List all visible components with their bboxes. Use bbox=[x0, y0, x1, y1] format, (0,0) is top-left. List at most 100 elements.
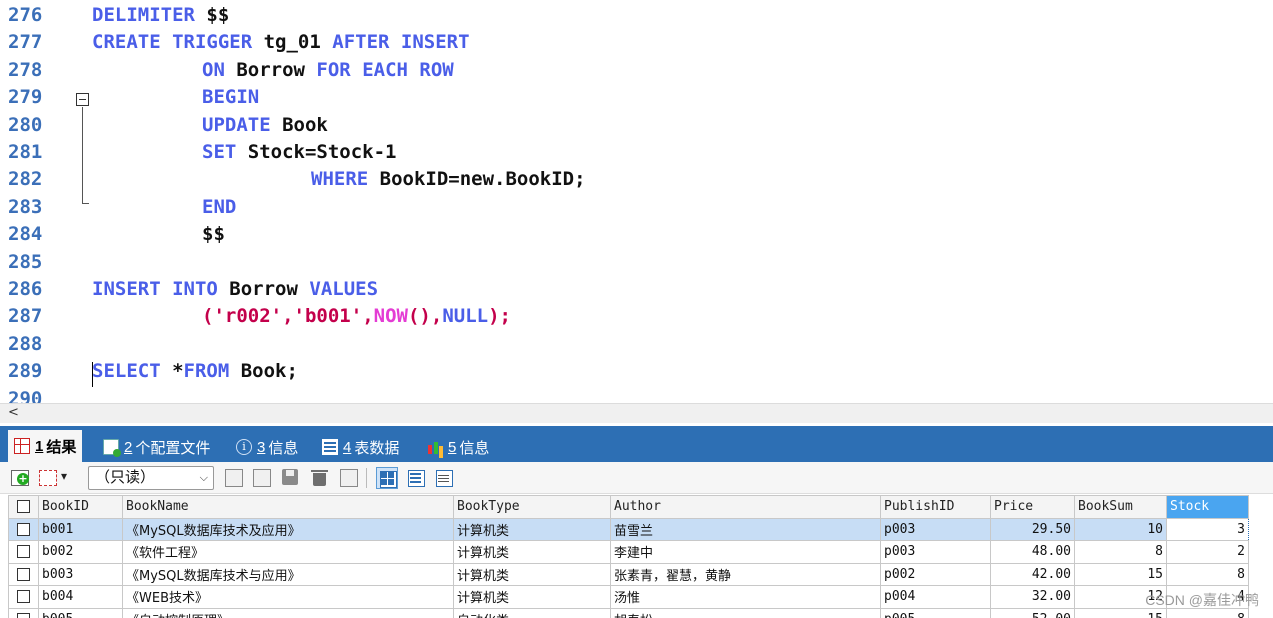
table-cell-bookid[interactable]: b002 bbox=[38, 540, 123, 564]
column-header-booksum[interactable]: BookSum bbox=[1074, 495, 1167, 519]
table-cell-booksum[interactable]: 10 bbox=[1074, 517, 1167, 541]
row-checkbox[interactable] bbox=[8, 607, 39, 618]
code-line: 290 bbox=[0, 386, 1273, 403]
table-cell-bookname[interactable]: 《MySQL数据库技术与应用》 bbox=[122, 562, 454, 586]
table-cell-publishid[interactable]: p005 bbox=[880, 607, 991, 618]
code-line: 281 SET Stock=Stock-1 bbox=[0, 139, 1273, 166]
table-cell-author[interactable]: 苗雪兰 bbox=[610, 517, 881, 541]
add-row-icon[interactable] bbox=[11, 468, 31, 488]
row-checkbox[interactable] bbox=[8, 517, 39, 541]
table-cell-price[interactable]: 52.00 bbox=[990, 607, 1075, 618]
code-text: $$ bbox=[202, 221, 225, 248]
result-table: BookID BookName BookType Author PublishID Pri… bbox=[8, 495, 1249, 618]
table-cell-bookid[interactable]: b005 bbox=[38, 607, 123, 618]
column-header-bookid[interactable]: BookID bbox=[38, 495, 123, 519]
table-cell-price[interactable]: 42.00 bbox=[990, 562, 1075, 586]
table-cell-booktype[interactable]: 计算机类 bbox=[453, 585, 611, 609]
table-cell-author[interactable]: 张素青，翟慧，黄静 bbox=[610, 562, 881, 586]
table-cell-stock[interactable]: 2 bbox=[1166, 540, 1249, 564]
table-cell-bookid[interactable]: b001 bbox=[38, 517, 123, 541]
code-line: 283 END bbox=[0, 194, 1273, 221]
text-view-icon[interactable] bbox=[433, 467, 455, 489]
code-line: 276 DELIMITER $$ bbox=[0, 2, 1273, 29]
delete-row-dropdown-icon[interactable] bbox=[39, 468, 71, 488]
code-token: ( bbox=[202, 305, 214, 328]
copy-row-icon[interactable] bbox=[252, 468, 271, 487]
form-view-icon[interactable] bbox=[405, 467, 427, 489]
code-text: INSERT INTO Borrow VALUES bbox=[92, 276, 378, 303]
table-cell-publishid[interactable]: p004 bbox=[880, 585, 991, 609]
table-cell-booksum[interactable]: 15 bbox=[1074, 562, 1167, 586]
tab-info-2[interactable]: 5 信息 bbox=[427, 432, 489, 462]
table-cell-author[interactable]: 汤惟 bbox=[610, 585, 881, 609]
tab-table-data[interactable]: 4 表数据 bbox=[322, 432, 399, 462]
table-cell-author[interactable]: 李建中 bbox=[610, 540, 881, 564]
code-token: EACH bbox=[362, 58, 408, 81]
table-cell-bookid[interactable]: b004 bbox=[38, 585, 123, 609]
table-cell-booksum[interactable]: 8 bbox=[1074, 540, 1167, 564]
table-row[interactable]: b005《自动控制原理》自动化类胡寿松p00552.00158 bbox=[8, 607, 1249, 618]
fold-guide-end bbox=[82, 203, 89, 204]
code-text: WHERE BookID=new.BookID; bbox=[311, 166, 586, 193]
table-cell-bookname[interactable]: 《WEB技术》 bbox=[122, 585, 454, 609]
table-cell-price[interactable]: 48.00 bbox=[990, 540, 1075, 564]
table-cell-stock[interactable]: 3 bbox=[1166, 517, 1249, 541]
refresh-icon[interactable] bbox=[339, 468, 358, 487]
tab-profiles[interactable]: 2 个配置文件 bbox=[103, 432, 210, 462]
column-header-price[interactable]: Price bbox=[990, 495, 1075, 519]
table-row[interactable]: b003 《MySQL数据库技术与应用》 计算机类 张素青，翟慧，黄静 p002 42.0… bbox=[8, 562, 1249, 586]
table-cell-bookname[interactable]: 《软件工程》 bbox=[122, 540, 454, 564]
save-icon[interactable] bbox=[281, 468, 301, 488]
column-header-publishid[interactable]: PublishID bbox=[880, 495, 991, 519]
table-row[interactable]: b004 《WEB技术》 计算机类 汤惟 p004 32.00 12 4 bbox=[8, 585, 1249, 609]
sql-editor[interactable]: 276 DELIMITER $$ 277 CREATE TRIGGER tg_01 A… bbox=[0, 0, 1273, 403]
column-header-booktype[interactable]: BookType bbox=[453, 495, 611, 519]
table-row[interactable]: b002 《软件工程》 计算机类 李建中 p003 48.00 8 2 bbox=[8, 540, 1249, 564]
table-cell-bookname[interactable]: 《MySQL数据库技术及应用》 bbox=[122, 517, 454, 541]
tab-label: 信息 bbox=[268, 439, 299, 457]
tab-label: 结果 bbox=[46, 438, 77, 456]
table-cell-price[interactable]: 29.50 bbox=[990, 517, 1075, 541]
fold-collapse-icon[interactable] bbox=[76, 93, 89, 106]
column-header-stock[interactable]: Stock bbox=[1166, 495, 1249, 519]
result-grid[interactable]: BookID BookName BookType Author PublishID Pri… bbox=[8, 495, 1273, 618]
table-body: b001 《MySQL数据库技术及应用》 计算机类 苗雪兰 p003 29.50 10 3 b0… bbox=[8, 517, 1249, 618]
column-header-bookname[interactable]: BookName bbox=[122, 495, 454, 519]
table-cell-publishid[interactable]: p003 bbox=[880, 540, 991, 564]
row-checkbox[interactable] bbox=[8, 540, 39, 564]
chevron-down-icon: ⌵ bbox=[199, 472, 208, 484]
grid-icon bbox=[14, 438, 30, 454]
table-cell-author[interactable]: 胡寿松 bbox=[610, 607, 881, 618]
table-cell-bookid[interactable]: b003 bbox=[38, 562, 123, 586]
edit-mode-select[interactable]: （只读） ⌵ bbox=[88, 466, 214, 490]
code-token: BookID=new.BookID; bbox=[368, 168, 586, 191]
table-row[interactable]: b001 《MySQL数据库技术及应用》 计算机类 苗雪兰 p003 29.50 10 3 bbox=[8, 517, 1249, 541]
table-cell-stock[interactable]: 8 bbox=[1166, 562, 1249, 586]
table-cell-price[interactable]: 32.00 bbox=[990, 585, 1075, 609]
table-cell-booktype[interactable]: 计算机类 bbox=[453, 540, 611, 564]
tab-number: 3 bbox=[257, 438, 266, 456]
horizontal-scrollbar[interactable]: < bbox=[0, 403, 1273, 423]
filter-icon[interactable] bbox=[224, 468, 243, 487]
table-cell-publishid[interactable]: p003 bbox=[880, 517, 991, 541]
table-cell-booktype[interactable]: 计算机类 bbox=[453, 562, 611, 586]
scroll-left-arrow-icon[interactable]: < bbox=[8, 404, 19, 422]
column-header-author[interactable]: Author bbox=[610, 495, 881, 519]
code-token: , bbox=[362, 305, 374, 328]
tab-results[interactable]: 1 结果 bbox=[8, 430, 83, 462]
grid-view-icon[interactable] bbox=[376, 467, 398, 489]
row-checkbox[interactable] bbox=[8, 585, 39, 609]
code-token: FROM bbox=[183, 360, 230, 383]
table-cell-booktype[interactable]: 计算机类 bbox=[453, 517, 611, 541]
select-all-checkbox[interactable] bbox=[8, 495, 39, 519]
chart-icon bbox=[427, 439, 443, 455]
table-cell-booktype[interactable]: 自动化类 bbox=[453, 607, 611, 618]
table-cell-bookname[interactable]: 《自动控制原理》 bbox=[122, 607, 454, 618]
table-cell-publishid[interactable]: p002 bbox=[880, 562, 991, 586]
row-checkbox[interactable] bbox=[8, 562, 39, 586]
code-token: SET bbox=[202, 141, 237, 163]
trash-icon[interactable] bbox=[310, 468, 330, 488]
tab-info[interactable]: i 3 信息 bbox=[236, 432, 298, 462]
